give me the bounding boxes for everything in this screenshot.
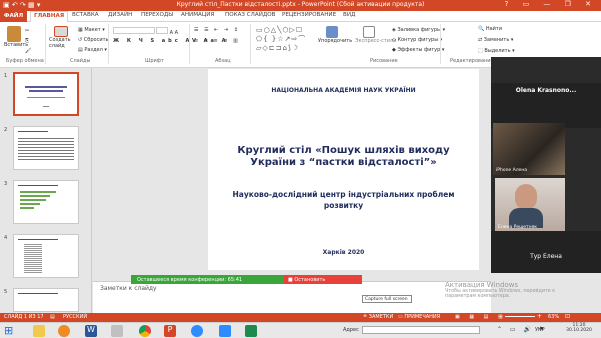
zoom-level[interactable]: 63% <box>548 314 559 320</box>
green-app-icon[interactable] <box>245 325 257 337</box>
paste-icon <box>7 26 21 42</box>
participant-video-3[interactable]: Елена Решетняк <box>495 178 565 231</box>
tab-home[interactable]: ГЛАВНАЯ <box>30 11 69 22</box>
copy-icon[interactable]: ⎘ <box>25 38 29 44</box>
participant-video-2[interactable]: iPhone Алена <box>493 123 565 175</box>
section-button[interactable]: ▤ Раздел ▾ <box>78 47 107 53</box>
list-buttons[interactable]: ☰ ☰ ⇤ ⇥ ↕ <box>194 27 240 33</box>
group-drawing: Рисование <box>370 58 398 64</box>
status-bar: СЛАЙД 1 ИЗ 17 ▤ РУССКИЙ ≙ ЗАМЕТКИ ▭ ПРИМ… <box>0 313 601 322</box>
word-icon[interactable]: W <box>85 325 97 337</box>
layout-button[interactable]: ▦ Макет ▾ <box>78 27 105 33</box>
shape-outline-button[interactable]: ◇ Контур фигуры ▾ <box>392 37 442 43</box>
tab-view[interactable]: ВИД <box>343 12 355 18</box>
video-participants-panel: Olena Krasnono... iPhone Алена Елена Реш… <box>491 57 601 273</box>
font-name-box[interactable]: A A <box>113 27 178 36</box>
group-font: Шрифт <box>145 58 164 64</box>
language-indicator[interactable]: РУССКИЙ <box>63 314 87 320</box>
title-bar: ▣ ↶ ↷ ▦ ▾ Круглий стіл_Пастки відсталост… <box>0 0 601 11</box>
input-language[interactable]: УКР <box>535 327 545 333</box>
align-buttons[interactable]: ≡ ≡ ≡ ≡ ▥ <box>194 38 240 44</box>
zoom-meeting-icon[interactable] <box>219 325 231 337</box>
group-paragraph: Абзац <box>215 58 231 64</box>
media-player-icon[interactable] <box>58 325 70 337</box>
slide-subtitle-line2: розвитку <box>323 201 364 210</box>
windows-taskbar: ⊞ W P Адрес ⌃ ▭ 🔊 ⚑ УКР 11:20 30.10.2020 <box>0 322 601 338</box>
tab-file[interactable]: ФАЙЛ <box>0 11 27 22</box>
chrome-icon[interactable] <box>139 325 151 337</box>
zoom-app-icon[interactable] <box>191 325 203 337</box>
tab-transitions[interactable]: ПЕРЕХОДЫ <box>141 12 173 18</box>
select-button[interactable]: ⬚ Выделить ▾ <box>478 48 515 54</box>
clock[interactable]: 11:20 30.10.2020 <box>563 323 595 333</box>
file-explorer-icon[interactable] <box>33 325 45 337</box>
slide-thumbnail-1[interactable] <box>13 72 79 116</box>
powerpoint-icon[interactable]: P <box>164 325 176 337</box>
slide-thumbnail-2[interactable] <box>13 126 79 170</box>
notes-placeholder: Заметки к слайду <box>100 285 157 292</box>
current-slide[interactable]: НАЦІОНАЛЬНА АКАДЕМІЯ НАУК УКРАЇНИ Кругли… <box>208 69 479 270</box>
slide-title-line2: України з “пастки відсталості”» <box>250 157 437 168</box>
thumb-number: 5 <box>4 289 8 295</box>
capture-tooltip: Capture full screen <box>362 295 412 303</box>
group-slides: Слайды <box>70 58 91 64</box>
quick-styles-button[interactable]: Экспресс-стили <box>355 26 396 44</box>
participant-name-4: Тур Елена <box>530 253 562 260</box>
find-button[interactable]: 🔍 Найти <box>478 26 502 32</box>
stop-sharing-button[interactable]: ■ Остановить демонстрацию <box>284 275 362 289</box>
shape-effects-button[interactable]: ◆ Эффекты фигур ▾ <box>392 47 444 53</box>
shape-fill-button[interactable]: ◈ Заливка фигуры ▾ <box>392 27 445 33</box>
reset-button[interactable]: ↺ Сбросить <box>78 37 108 43</box>
thumb-number: 3 <box>4 181 8 187</box>
slide-counter: СЛАЙД 1 ИЗ 17 <box>4 314 44 320</box>
slide-title-line1: Круглий стіл «Пошук шляхів виходу <box>237 145 450 156</box>
slide-thumbnail-5[interactable] <box>13 288 79 312</box>
tab-review[interactable]: РЕЦЕНЗИРОВАНИЕ <box>282 12 336 18</box>
fit-slide-icon[interactable]: ⊡ <box>565 313 570 320</box>
tab-insert[interactable]: ВСТАВКА <box>72 12 99 18</box>
participant-name-1: Olena Krasnono... <box>515 87 577 94</box>
tab-design[interactable]: ДИЗАЙН <box>108 12 132 18</box>
slide-place-date: Харків 2020 <box>322 249 365 256</box>
windows-start-icon[interactable]: ⊞ <box>4 324 16 337</box>
create-slide-button[interactable]: Создать слайд <box>49 26 73 49</box>
conference-timer: Оставшееся время конференции: 65:41 <box>131 275 284 284</box>
thumb-number: 1 <box>4 73 8 79</box>
new-slide-icon <box>54 26 68 37</box>
arrange-icon <box>326 26 338 38</box>
thumb-number: 2 <box>4 127 8 133</box>
spellcheck-icon[interactable]: ▤ <box>50 314 55 320</box>
group-clipboard: Буфер обмена <box>6 58 44 64</box>
format-painter-icon[interactable]: 🖌 <box>25 48 31 54</box>
address-label: Адрес <box>343 327 359 333</box>
window-controls[interactable]: ? ▭ — ❐ ✕ <box>505 0 597 8</box>
activation-watermark: Активация Windows Чтобы активировать Win… <box>445 281 556 299</box>
zoom-slider[interactable]: − + <box>498 313 542 320</box>
tab-animation[interactable]: АНИМАЦИЯ <box>181 12 214 18</box>
tab-slideshow[interactable]: ПОКАЗ СЛАЙДОВ <box>225 12 276 18</box>
group-editing: Редактирование <box>450 58 494 64</box>
replace-button[interactable]: ⇄ Заменить ▾ <box>478 37 513 43</box>
address-input[interactable] <box>362 326 480 334</box>
comments-toggle[interactable]: ▭ ПРИМЕЧАНИЯ <box>398 314 440 320</box>
slide-thumbnails-pane: 1 2 3 4 5 <box>0 68 92 313</box>
slide-subtitle-line1: Науково-дослідний центр індустріальних п… <box>232 190 455 199</box>
notes-toggle[interactable]: ≙ ЗАМЕТКИ <box>363 314 393 320</box>
cut-icon[interactable]: ✂ <box>25 28 29 34</box>
quick-styles-icon <box>363 26 375 38</box>
arrange-button[interactable]: Упорядочить <box>318 26 352 44</box>
app-icon[interactable] <box>111 325 123 337</box>
shapes-gallery[interactable]: ▭○△╲⬡▷☐ ⬠{ }☆↗⇨⌒ ▱◇⊏⊐⌂⟆☽ <box>256 26 306 52</box>
slide-org-title: НАЦІОНАЛЬНА АКАДЕМІЯ НАУК УКРАЇНИ <box>271 87 416 94</box>
ribbon-tabs: ФАЙЛ ГЛАВНАЯ ВСТАВКА ДИЗАЙН ПЕРЕХОДЫ АНИ… <box>0 11 601 22</box>
thumb-number: 4 <box>4 235 8 241</box>
slide-thumbnail-3[interactable] <box>13 180 79 224</box>
slide-thumbnail-4[interactable] <box>13 234 79 278</box>
